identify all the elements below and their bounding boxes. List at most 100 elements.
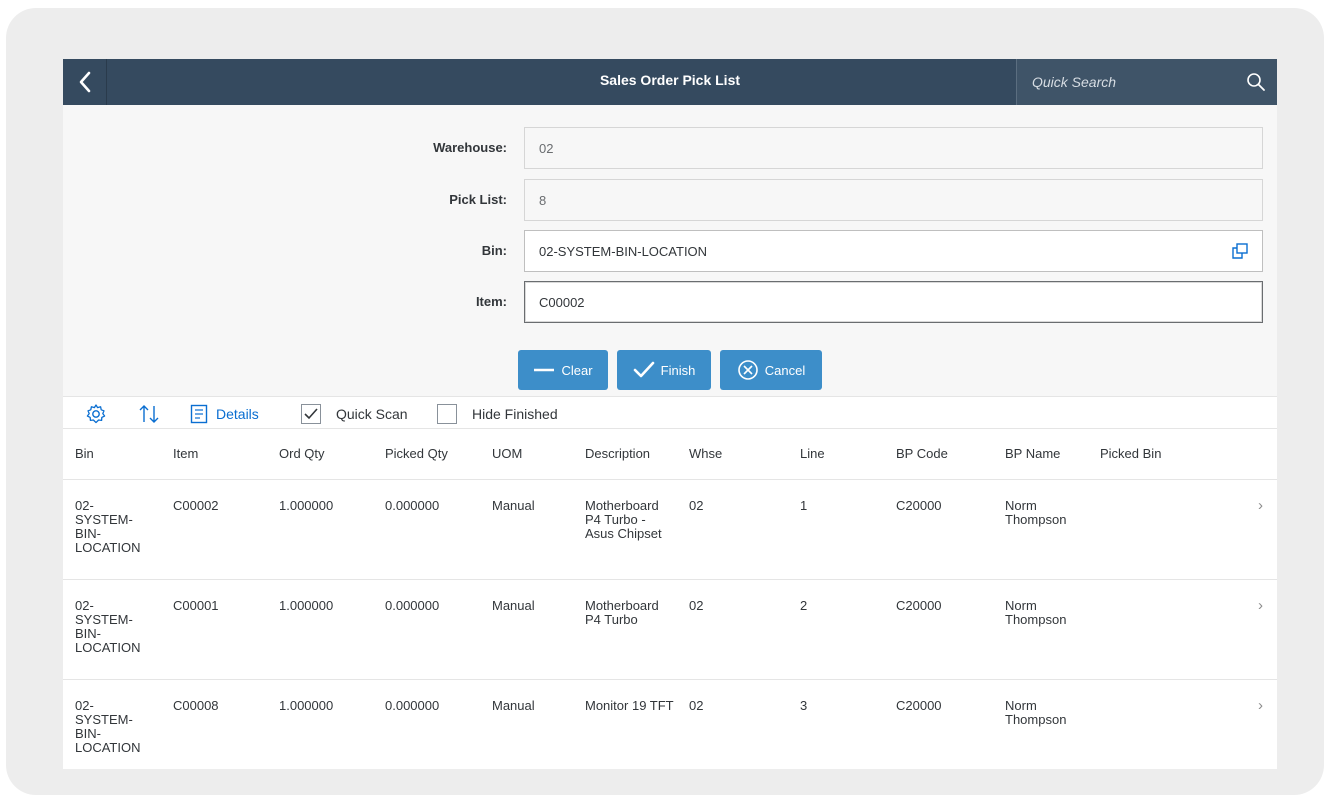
- minus-icon: [534, 368, 555, 372]
- cell-bin: 02- SYSTEM- BIN- LOCATION: [75, 497, 141, 555]
- finish-button-label: Finish: [660, 362, 696, 378]
- cell-line: 3: [800, 697, 808, 713]
- bin-label: Bin:: [481, 243, 507, 258]
- cell-description: Motherboard P4 Turbo - Asus Chipset: [585, 497, 662, 541]
- cell-picked-qty: 0.000000: [385, 697, 440, 713]
- finish-button[interactable]: Finish: [617, 350, 711, 390]
- cell-whse: 02: [689, 697, 704, 713]
- details-label: Details: [216, 405, 259, 422]
- pick-form: Warehouse: Pick List: Bin: Item:: [63, 105, 1277, 396]
- chevron-right-icon: ›: [1258, 596, 1263, 614]
- cell-item: C00001: [173, 597, 219, 613]
- column-header-bin[interactable]: Bin: [63, 429, 161, 480]
- cell-bp-code: C20000: [896, 697, 942, 713]
- settings-button[interactable]: [85, 397, 107, 430]
- details-button[interactable]: Details: [190, 397, 259, 430]
- checkmark-icon: [304, 407, 318, 419]
- column-header-description[interactable]: Description: [573, 429, 677, 480]
- column-header-ord-qty[interactable]: Ord Qty: [267, 429, 373, 480]
- column-header-item[interactable]: Item: [161, 429, 267, 480]
- cell-line: 2: [800, 597, 808, 613]
- chevron-right-icon: ›: [1258, 496, 1263, 514]
- search-input[interactable]: [1017, 59, 1237, 105]
- pick-list-table: Bin Item Ord Qty Picked Qty UOM Descript…: [63, 429, 1277, 769]
- screenshot-frame: Sales Order Pick List Warehouse: Pick Li…: [6, 8, 1324, 795]
- cancel-button-label: Cancel: [764, 362, 806, 378]
- bin-field[interactable]: [524, 230, 1263, 272]
- cancel-button[interactable]: Cancel: [720, 350, 822, 390]
- chevron-left-icon: [79, 71, 90, 93]
- cell-picked-bin: [1088, 479, 1198, 579]
- column-header-picked-qty[interactable]: Picked Qty: [373, 429, 480, 480]
- cell-item: C00002: [173, 497, 219, 513]
- cell-bp-name: Norm Thompson: [1005, 497, 1067, 527]
- pick-list-field[interactable]: [524, 179, 1263, 221]
- action-buttons: Clear Finish Cancel: [518, 350, 822, 390]
- cell-description: Monitor 19 TFT: [585, 697, 674, 713]
- search-icon[interactable]: [1245, 71, 1267, 93]
- cell-picked-qty: 0.000000: [385, 597, 440, 613]
- cell-whse: 02: [689, 497, 704, 513]
- checkmark-icon: [633, 361, 654, 378]
- quick-scan-checkbox[interactable]: [301, 403, 321, 424]
- warehouse-label: Warehouse:: [433, 140, 507, 155]
- sort-icon: [139, 404, 159, 423]
- table-row[interactable]: 02- SYSTEM- BIN- LOCATION C00002 1.000000 0…: [63, 479, 1277, 579]
- cell-picked-bin: [1088, 579, 1198, 679]
- cell-ord-qty: 1.000000: [279, 497, 334, 513]
- hide-finished-checkbox[interactable]: [437, 403, 457, 424]
- cell-picked-bin: [1088, 679, 1198, 769]
- hide-finished-toggle: Hide Finished: [437, 397, 558, 430]
- column-header-whse[interactable]: Whse: [677, 429, 788, 480]
- cell-description: Motherboard P4 Turbo: [585, 597, 659, 627]
- table-header: Bin Item Ord Qty Picked Qty UOM Descript…: [63, 429, 1277, 480]
- cell-line: 1: [800, 497, 808, 513]
- chevron-right-icon: ›: [1258, 696, 1263, 714]
- clear-button[interactable]: Clear: [518, 350, 608, 390]
- table-row[interactable]: 02- SYSTEM- BIN- LOCATION C00008 1.000000 0…: [63, 679, 1277, 769]
- column-header-bp-name[interactable]: BP Name: [993, 429, 1088, 480]
- pick-list-row: Pick List:: [63, 179, 1277, 221]
- bin-row: Bin:: [63, 230, 1277, 272]
- cell-item: C00008: [173, 697, 219, 713]
- warehouse-field[interactable]: [524, 127, 1263, 169]
- details-icon: [190, 404, 208, 423]
- gear-icon: [86, 403, 106, 423]
- cell-bp-name: Norm Thompson: [1005, 697, 1067, 727]
- row-nav[interactable]: ›: [1198, 679, 1277, 769]
- cell-bp-code: C20000: [896, 597, 942, 613]
- app-window: Sales Order Pick List Warehouse: Pick Li…: [63, 59, 1277, 769]
- cell-ord-qty: 1.000000: [279, 597, 334, 613]
- row-nav[interactable]: ›: [1198, 479, 1277, 579]
- quick-scan-toggle: Quick Scan: [301, 397, 408, 430]
- hide-finished-label: Hide Finished: [472, 405, 558, 422]
- item-label: Item:: [475, 294, 507, 309]
- sort-button[interactable]: [137, 397, 161, 430]
- shell-bar: Sales Order Pick List: [63, 59, 1277, 105]
- cell-bp-name: Norm Thompson: [1005, 597, 1067, 627]
- warehouse-row: Warehouse:: [63, 127, 1277, 169]
- cell-uom: Manual: [492, 597, 535, 613]
- column-header-line[interactable]: Line: [788, 429, 884, 480]
- cancel-circle-icon: [737, 360, 758, 380]
- quick-scan-label: Quick Scan: [336, 405, 408, 422]
- column-header-picked-bin[interactable]: Picked Bin: [1088, 429, 1198, 480]
- cell-uom: Manual: [492, 697, 535, 713]
- cell-ord-qty: 1.000000: [279, 697, 334, 713]
- cell-whse: 02: [689, 597, 704, 613]
- cell-uom: Manual: [492, 497, 535, 513]
- table-row[interactable]: 02- SYSTEM- BIN- LOCATION C00001 1.000000 0…: [63, 579, 1277, 679]
- item-field[interactable]: [524, 281, 1263, 323]
- back-button[interactable]: [63, 59, 107, 105]
- clear-button-label: Clear: [561, 362, 593, 378]
- value-help-icon[interactable]: [1231, 242, 1249, 260]
- row-nav[interactable]: ›: [1198, 579, 1277, 679]
- column-header-bp-code[interactable]: BP Code: [884, 429, 993, 480]
- cell-picked-qty: 0.000000: [385, 497, 440, 513]
- table-toolbar: Details Quick Scan Hide Finished: [63, 396, 1277, 429]
- column-header-uom[interactable]: UOM: [480, 429, 573, 480]
- pick-list-label: Pick List:: [449, 192, 507, 207]
- cell-bin: 02- SYSTEM- BIN- LOCATION: [75, 597, 141, 655]
- cell-bp-code: C20000: [896, 497, 942, 513]
- column-header-nav: [1198, 429, 1277, 480]
